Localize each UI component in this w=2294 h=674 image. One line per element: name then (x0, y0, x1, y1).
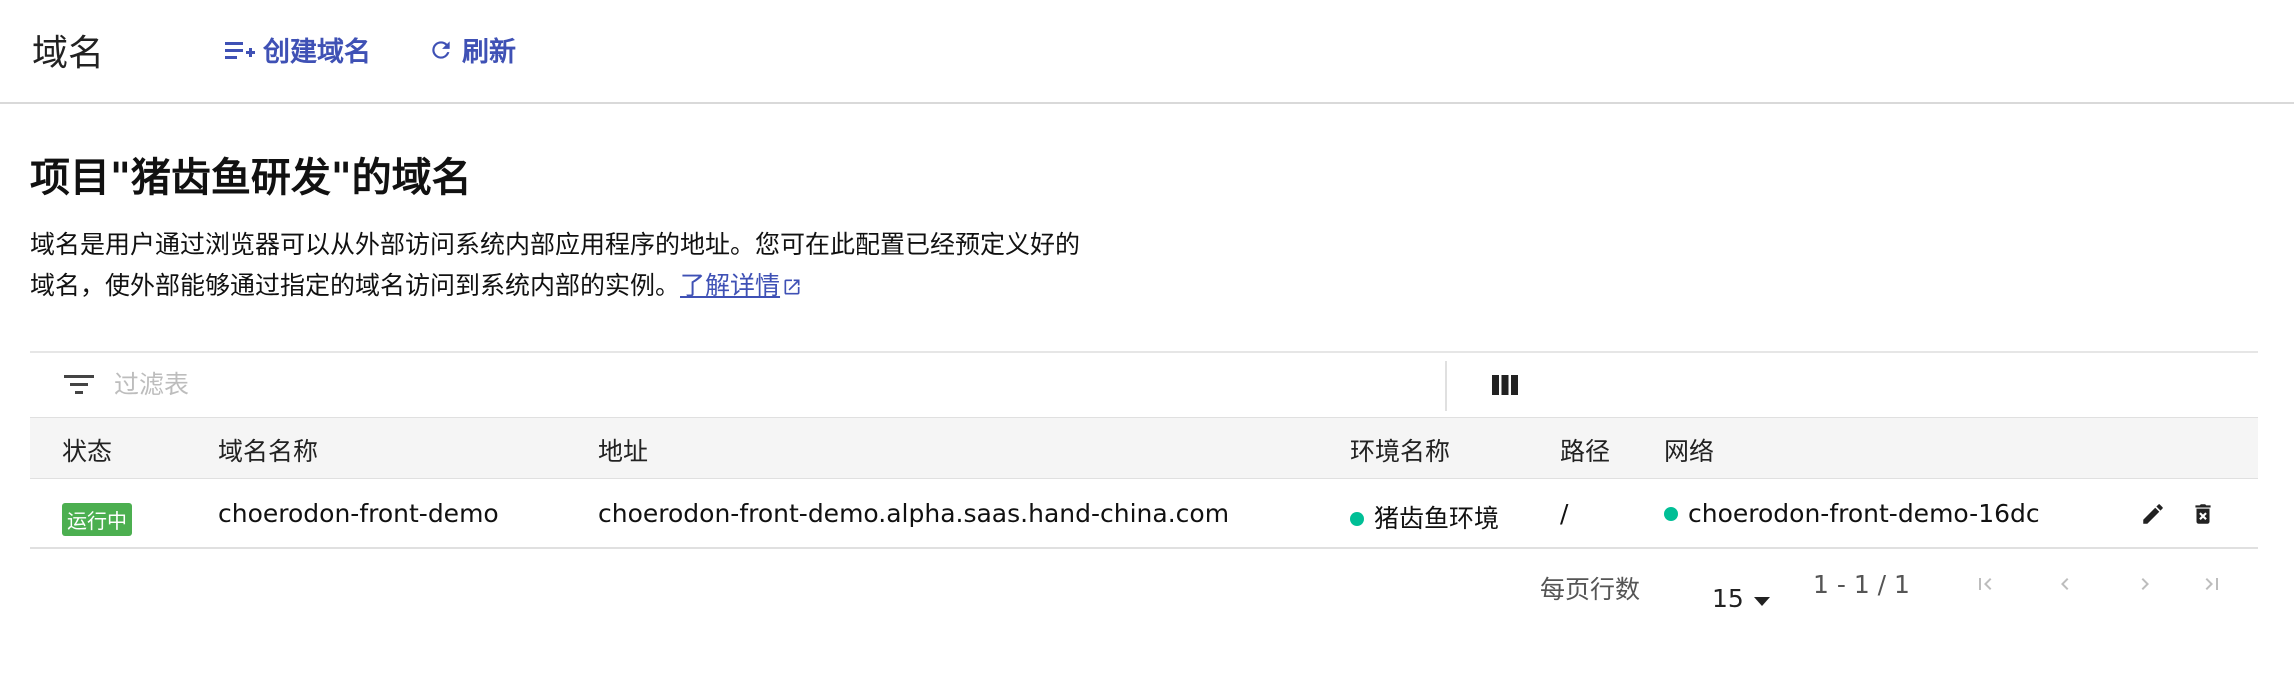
open-in-new-icon (780, 271, 802, 300)
rows-per-page-select[interactable]: 15 (1712, 568, 1770, 628)
filter-icon (64, 373, 94, 399)
table-filter-bar (30, 351, 2258, 417)
column-header-domain-name[interactable]: 域名名称 (218, 432, 318, 468)
create-domain-button[interactable]: 创建域名 (225, 30, 371, 69)
edit-icon[interactable] (2140, 501, 2166, 531)
table-header-row: 状态 域名名称 地址 环境名称 路径 网络 (30, 417, 2258, 479)
network-status-dot (1664, 507, 1678, 521)
column-header-status[interactable]: 状态 (62, 432, 112, 468)
env-name-text: 猪齿鱼环境 (1374, 504, 1500, 533)
filter-input[interactable] (112, 365, 1316, 403)
domain-table: 状态 域名名称 地址 环境名称 路径 网络 运行中 choerodon-fron… (30, 417, 2258, 549)
column-header-address[interactable]: 地址 (598, 432, 648, 468)
delete-icon[interactable] (2190, 501, 2216, 531)
view-columns-icon[interactable] (1492, 375, 1518, 399)
top-toolbar: 域名 创建域名 刷新 (0, 0, 2294, 104)
domain-name-cell: choerodon-front-demo (218, 499, 499, 528)
next-page-icon[interactable] (2133, 572, 2157, 600)
playlist-add-icon (225, 39, 255, 61)
learn-more-label: 了解详情 (680, 271, 781, 300)
pagination-range: 1 - 1 / 1 (1813, 570, 1910, 599)
table-row: 运行中 choerodon-front-demo choerodon-front… (30, 479, 2258, 549)
network-name-text: choerodon-front-demo-16dc (1688, 499, 2040, 528)
rows-per-page-label: 每页行数 (1540, 575, 1641, 604)
column-header-env-name[interactable]: 环境名称 (1350, 432, 1450, 468)
address-cell: choerodon-front-demo.alpha.saas.hand-chi… (598, 499, 1230, 528)
column-header-path[interactable]: 路径 (1560, 432, 1610, 468)
create-domain-label: 创建域名 (263, 37, 371, 68)
network-cell: choerodon-front-demo-16dc (1664, 499, 2040, 528)
description-text: 域名是用户通过浏览器可以从外部访问系统内部应用程序的地址。您可在此配置已经预定义… (30, 230, 1081, 300)
refresh-label: 刷新 (462, 37, 516, 68)
page-header-title: 域名 (32, 33, 105, 74)
learn-more-link[interactable]: 了解详情 (680, 271, 802, 300)
refresh-button[interactable]: 刷新 (428, 30, 516, 69)
page-description: 域名是用户通过浏览器可以从外部访问系统内部应用程序的地址。您可在此配置已经预定义… (30, 224, 1090, 306)
env-name-cell: 猪齿鱼环境 (1350, 499, 1499, 535)
filter-divider (1445, 361, 1447, 411)
column-header-network[interactable]: 网络 (1664, 432, 1714, 468)
last-page-icon[interactable] (2200, 572, 2224, 600)
path-cell: / (1560, 499, 1569, 528)
status-badge: 运行中 (62, 503, 132, 536)
first-page-icon[interactable] (1973, 572, 1997, 600)
previous-page-icon[interactable] (2053, 572, 2077, 600)
rows-per-page-value: 15 (1712, 583, 1744, 613)
dropdown-arrow-icon (1753, 584, 1770, 613)
env-status-dot (1350, 512, 1364, 526)
page-title: 项目"猪齿鱼研发"的域名 (30, 155, 472, 201)
refresh-icon (428, 37, 454, 63)
